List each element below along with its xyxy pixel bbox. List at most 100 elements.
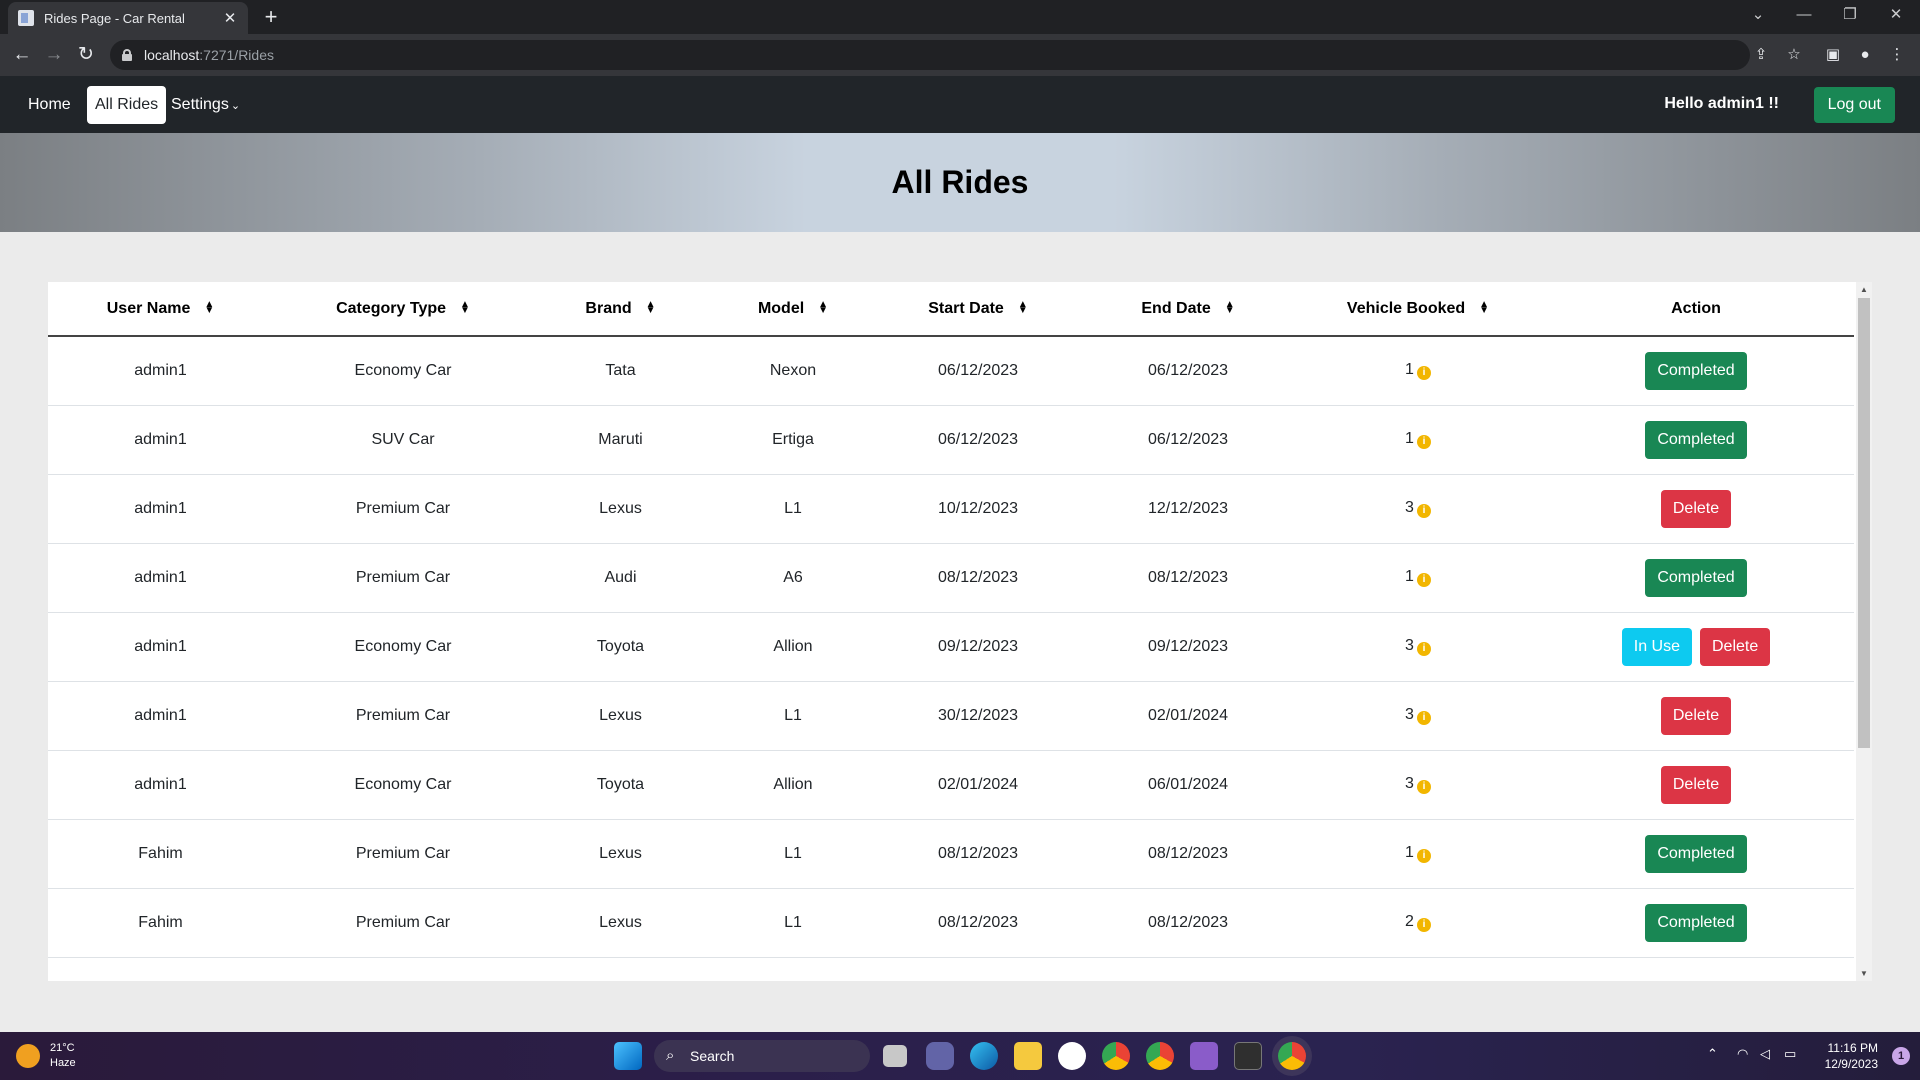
tab-search-icon[interactable]: ⌄ <box>1735 0 1781 30</box>
task-view-icon[interactable] <box>883 1045 907 1067</box>
model-cell: L1 <box>708 819 878 889</box>
minimize-icon[interactable]: — <box>1781 0 1827 30</box>
completed-button[interactable]: Completed <box>1645 903 1747 942</box>
scrollbar-thumb[interactable] <box>1858 298 1870 748</box>
action-cell: Completed <box>1538 888 1854 958</box>
scroll-down-icon[interactable]: ▼ <box>1856 969 1872 978</box>
column-header[interactable]: User Name ▲ ▼ <box>48 282 273 337</box>
taskbar-search-box[interactable]: ⌕ Search <box>654 1040 870 1072</box>
chrome-profile-1-icon[interactable] <box>1102 1042 1130 1070</box>
new-tab-button[interactable]: + <box>258 4 284 30</box>
delete-button[interactable]: Delete <box>1700 627 1771 666</box>
vehicle-booked-cell: 1i <box>1298 543 1538 613</box>
wifi-icon[interactable]: ◠ <box>1737 1046 1748 1062</box>
address-bar[interactable]: localhost:7271/Rides <box>110 40 1750 70</box>
browser-menu-icon[interactable]: ⋮ <box>1888 46 1906 64</box>
vehicle-booked-count: 3 <box>1405 706 1414 723</box>
tab-title: Rides Page - Car Rental <box>44 10 185 26</box>
vehicle-booked-count: 1 <box>1405 568 1414 585</box>
sort-icon[interactable]: ▲ ▼ <box>1225 300 1235 316</box>
user-name-cell: admin1 <box>48 474 273 544</box>
user-name-cell: admin1 <box>48 750 273 820</box>
end-date-cell: 09/12/2023 <box>1078 612 1298 682</box>
category-type-cell: Premium Car <box>273 888 533 958</box>
in-use-button[interactable]: In Use <box>1621 627 1692 666</box>
restore-icon[interactable]: ❐ <box>1827 0 1873 30</box>
side-panel-icon[interactable]: ▣ <box>1824 46 1842 64</box>
column-header[interactable]: Model ▲ ▼ <box>708 282 878 337</box>
nav-settings-label: Settings <box>171 96 229 113</box>
taskbar-search-label: Search <box>690 1048 735 1064</box>
table-row: admin1 Premium Car Audi A6 08/12/2023 08/12/2… <box>48 543 1854 613</box>
nav-home-link[interactable]: Home <box>20 86 79 124</box>
battery-icon[interactable]: ▭ <box>1784 1046 1796 1062</box>
start-date-cell: 08/12/2023 <box>878 888 1078 958</box>
info-icon[interactable]: i <box>1416 780 1431 794</box>
bookmark-star-icon[interactable]: ☆ <box>1785 46 1803 64</box>
sort-icon[interactable]: ▲ ▼ <box>460 300 470 316</box>
user-name-cell: admin1 <box>48 405 273 475</box>
nav-all-rides-link[interactable]: All Rides <box>87 86 167 124</box>
sort-icon[interactable]: ▲ ▼ <box>818 300 828 316</box>
model-cell: Nexon <box>708 336 878 406</box>
slack-icon[interactable] <box>1058 1042 1086 1070</box>
delete-button[interactable]: Delete <box>1660 489 1732 528</box>
info-icon[interactable]: i <box>1416 642 1431 656</box>
forward-icon[interactable]: → <box>40 41 68 69</box>
info-icon[interactable]: i <box>1416 918 1431 932</box>
weather-widget[interactable]: 21°C Haze <box>16 1041 76 1071</box>
delete-button[interactable]: Delete <box>1660 696 1732 735</box>
chrome-active-icon[interactable] <box>1278 1042 1306 1070</box>
table-row: admin1 Economy Car Toyota Allion 02/01/2024 0… <box>48 750 1854 820</box>
user-name-cell: admin1 <box>48 612 273 682</box>
sort-icon[interactable]: ▲ ▼ <box>646 300 656 316</box>
nav-settings-dropdown[interactable]: Settings ⌄ <box>163 86 248 124</box>
profile-icon[interactable]: ● <box>1856 46 1874 64</box>
chrome-profile-2-icon[interactable] <box>1146 1042 1174 1070</box>
info-icon[interactable]: i <box>1416 849 1431 863</box>
column-header[interactable]: Category Type ▲ ▼ <box>273 282 533 337</box>
info-icon[interactable]: i <box>1416 504 1431 518</box>
sort-icon[interactable]: ▲ ▼ <box>204 300 214 316</box>
column-header[interactable]: Vehicle Booked ▲ ▼ <box>1298 282 1538 337</box>
scroll-up-icon[interactable]: ▲ <box>1856 285 1872 294</box>
logout-button[interactable]: Log out <box>1813 87 1895 123</box>
info-icon[interactable]: i <box>1416 435 1431 449</box>
column-header[interactable]: Brand ▲ ▼ <box>533 282 708 337</box>
notification-badge[interactable]: 1 <box>1892 1047 1910 1065</box>
info-icon[interactable]: i <box>1416 573 1431 587</box>
completed-button[interactable]: Completed <box>1645 420 1747 459</box>
info-icon[interactable]: i <box>1416 711 1431 725</box>
close-window-icon[interactable]: ✕ <box>1873 0 1919 30</box>
taskbar-clock[interactable]: 11:16 PM 12/9/2023 <box>1825 1040 1878 1072</box>
completed-button[interactable]: Completed <box>1645 351 1747 390</box>
column-header-label: Model <box>757 299 805 317</box>
teams-chat-icon[interactable] <box>926 1042 954 1070</box>
delete-button[interactable]: Delete <box>1660 765 1732 804</box>
end-date-cell: 06/01/2024 <box>1078 750 1298 820</box>
url-path: :7271/Rides <box>199 47 274 63</box>
user-greeting: Hello admin1 !! <box>1664 95 1779 112</box>
column-header[interactable]: Start Date ▲ ▼ <box>878 282 1078 337</box>
completed-button[interactable]: Completed <box>1645 834 1747 873</box>
completed-button[interactable]: Completed <box>1645 558 1747 597</box>
reload-icon[interactable]: ↻ <box>72 41 100 69</box>
info-icon[interactable]: i <box>1416 366 1431 381</box>
edge-browser-icon[interactable] <box>970 1042 998 1070</box>
file-explorer-icon[interactable] <box>1014 1042 1042 1070</box>
show-hidden-icons-icon[interactable]: ⌃ <box>1707 1046 1718 1062</box>
terminal-icon[interactable] <box>1234 1042 1262 1070</box>
tab-close-icon[interactable]: ✕ <box>222 9 238 27</box>
share-icon[interactable]: ⇪ <box>1752 46 1770 64</box>
vehicle-booked-cell: 3i <box>1298 612 1538 682</box>
browser-tab[interactable]: Rides Page - Car Rental ✕ <box>8 2 248 34</box>
back-icon[interactable]: ← <box>8 41 36 69</box>
column-header[interactable]: End Date ▲ ▼ <box>1078 282 1298 337</box>
visual-studio-icon[interactable] <box>1190 1042 1218 1070</box>
sort-icon[interactable]: ▲ ▼ <box>1018 300 1028 316</box>
sort-icon[interactable]: ▲ ▼ <box>1479 300 1489 316</box>
windows-start-icon[interactable] <box>614 1042 642 1070</box>
table-scrollbar[interactable]: ▲ ▼ <box>1856 282 1872 981</box>
volume-icon[interactable]: ◁ <box>1760 1046 1770 1062</box>
model-cell: Allion <box>708 750 878 820</box>
